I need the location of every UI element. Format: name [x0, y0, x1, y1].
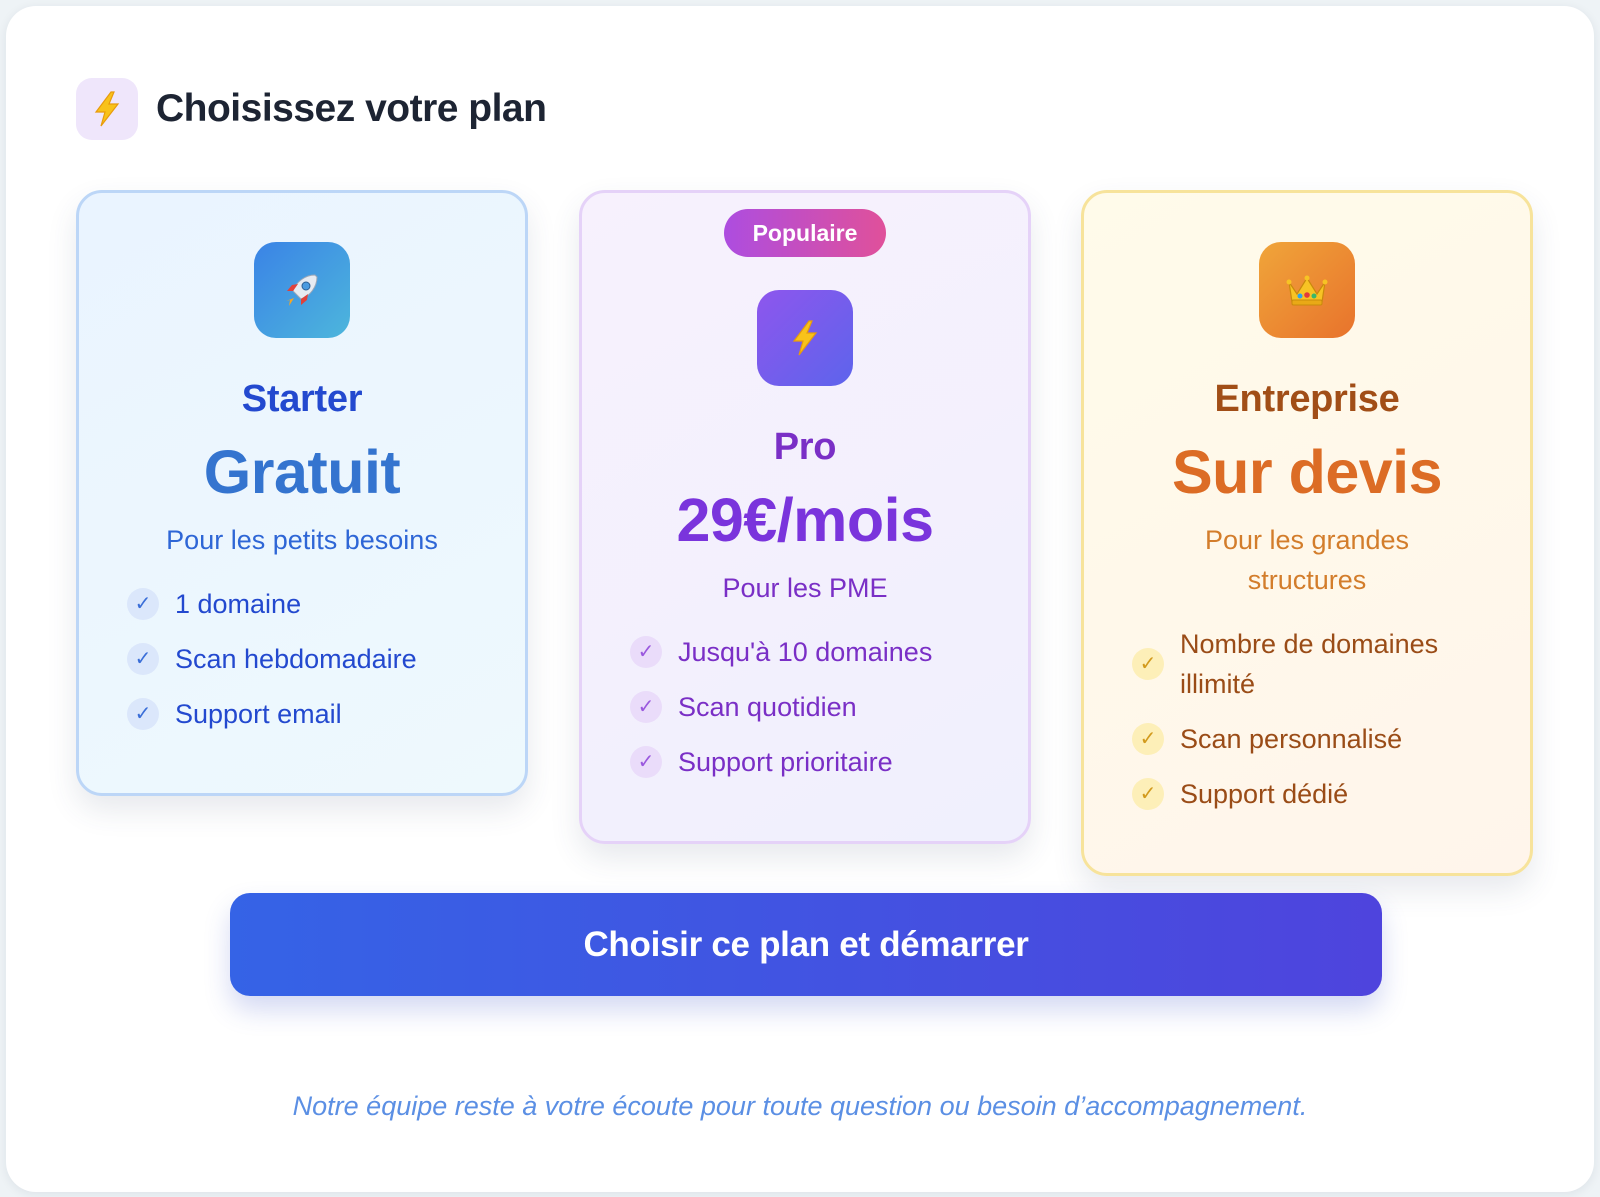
feature-label: Support dédié — [1180, 779, 1349, 810]
plan-selection-panel: Choisissez votre plan Starter Gratuit Po… — [6, 6, 1594, 1192]
plan-card-starter[interactable]: Starter Gratuit Pour les petits besoins … — [76, 190, 528, 796]
check-icon: ✓ — [127, 643, 159, 676]
plan-name: Pro — [773, 426, 837, 468]
plan-subtitle: Pour les petits besoins — [166, 525, 438, 556]
feature-list: ✓ 1 domaine ✓ Scan hebdomadaire ✓ Suppor… — [79, 584, 525, 734]
crown-icon — [1259, 242, 1355, 338]
footer-note: Notre équipe reste à votre écoute pour t… — [292, 1091, 1308, 1121]
lightning-icon — [757, 290, 853, 386]
plan-card-pro[interactable]: Populaire Pro 29€/mois Pour les PME ✓ Ju… — [579, 190, 1031, 844]
feature-list: ✓ Jusqu'à 10 domaines ✓ Scan quotidien ✓… — [582, 632, 1028, 782]
feature-item: ✓ Jusqu'à 10 domaines — [630, 632, 998, 672]
lightning-icon — [76, 78, 138, 140]
feature-item: ✓ 1 domaine — [127, 584, 495, 624]
check-icon: ✓ — [1132, 723, 1164, 756]
page-title: Choisissez votre plan — [156, 87, 547, 130]
feature-label: Jusqu'à 10 domaines — [678, 637, 933, 668]
feature-item: ✓ Nombre de domaines illimité — [1132, 624, 1500, 704]
plan-name: Starter — [241, 378, 363, 420]
plan-price: Sur devis — [1171, 438, 1443, 506]
feature-item: ✓ Scan hebdomadaire — [127, 639, 495, 679]
feature-label: Scan hebdomadaire — [175, 644, 417, 675]
rocket-icon — [254, 242, 350, 338]
plan-card-enterprise[interactable]: Entreprise Sur devis Pour les grandes st… — [1081, 190, 1533, 876]
check-icon: ✓ — [1132, 648, 1164, 681]
check-icon: ✓ — [127, 698, 159, 731]
feature-item: ✓ Support prioritaire — [630, 742, 998, 782]
feature-label: Support email — [175, 699, 342, 730]
check-icon: ✓ — [630, 636, 662, 669]
plan-price: Gratuit — [203, 438, 401, 506]
plan-subtitle: Pour les PME — [722, 573, 888, 604]
plan-name: Entreprise — [1214, 378, 1400, 420]
feature-item: ✓ Scan quotidien — [630, 687, 998, 727]
feature-item: ✓ Support email — [127, 694, 495, 734]
check-icon: ✓ — [630, 691, 662, 724]
check-icon: ✓ — [127, 588, 159, 621]
plan-price: 29€/mois — [676, 486, 934, 554]
choose-plan-button[interactable]: Choisir ce plan et démarrer — [230, 893, 1382, 996]
feature-item: ✓ Support dédié — [1132, 774, 1500, 814]
check-icon: ✓ — [630, 746, 662, 779]
popular-badge: Populaire — [724, 209, 886, 257]
feature-item: ✓ Scan personnalisé — [1132, 719, 1500, 759]
feature-label: Scan personnalisé — [1180, 724, 1403, 755]
feature-label: Nombre de domaines illimité — [1180, 629, 1439, 700]
feature-label: Support prioritaire — [678, 747, 893, 778]
plan-subtitle: Pour les grandes structures — [1204, 525, 1410, 596]
page-header: Choisissez votre plan — [76, 78, 547, 140]
feature-label: Scan quotidien — [678, 692, 857, 723]
feature-list: ✓ Nombre de domaines illimité ✓ Scan per… — [1084, 624, 1530, 814]
check-icon: ✓ — [1132, 778, 1164, 811]
feature-label: 1 domaine — [175, 589, 302, 620]
